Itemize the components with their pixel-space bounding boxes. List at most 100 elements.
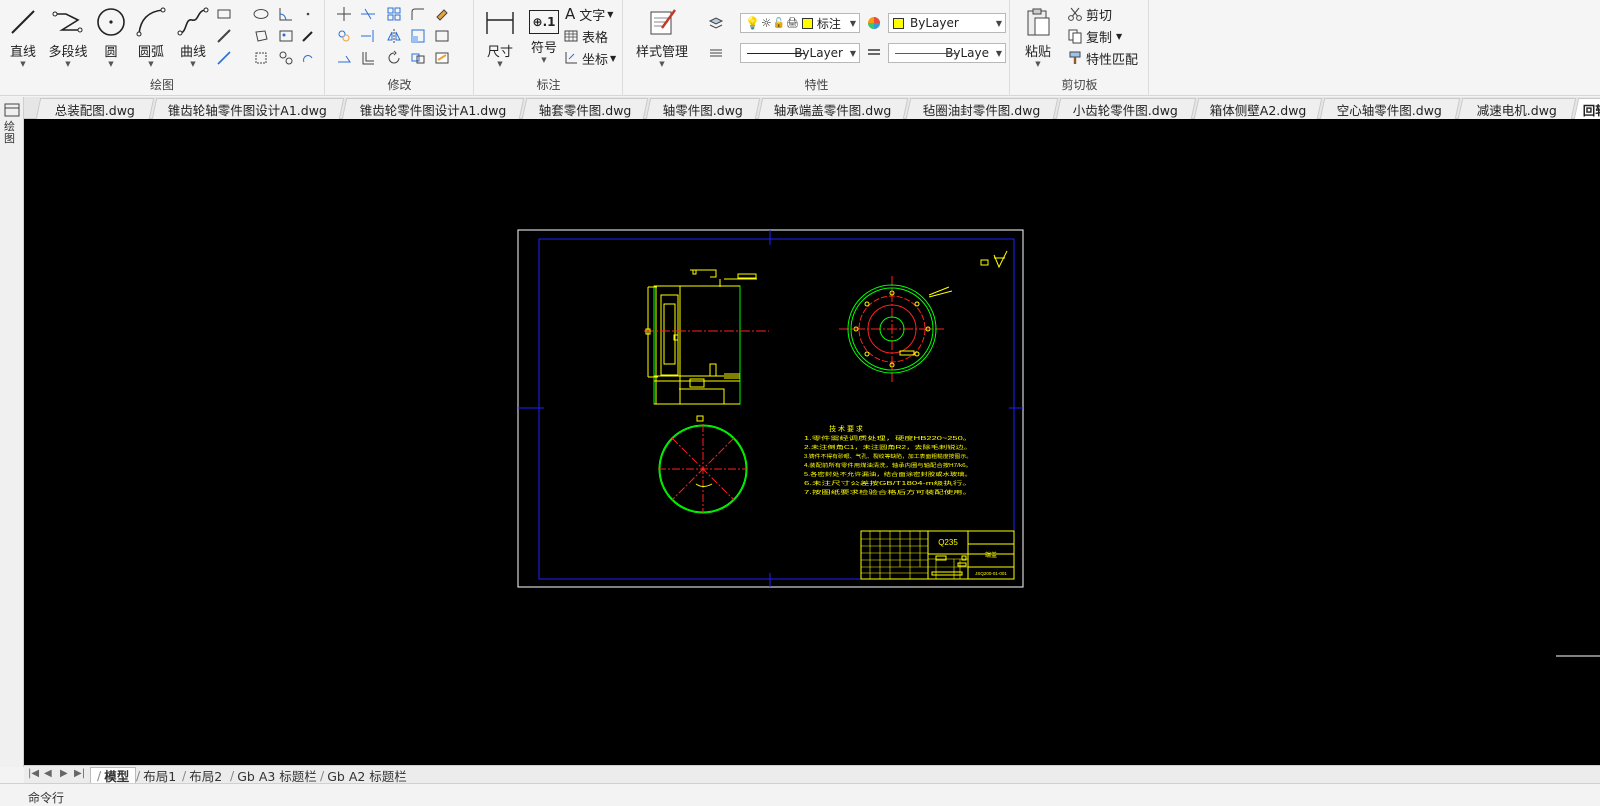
explode-tool[interactable] (408, 48, 428, 68)
doc-tab[interactable]: 小齿轮零件图.dwg (1055, 98, 1197, 119)
doc-tab-active[interactable]: 回转 (1573, 98, 1600, 119)
chevron-down-icon: ▼ (607, 9, 614, 19)
copy-button[interactable]: 复制 ▼ (1067, 26, 1122, 46)
drawing-canvas[interactable]: 技 术 要 求 1.零件需经调质处理，硬度HB220~250。 2.未注倒角C1… (24, 119, 1600, 765)
chevron-down-icon: ▼ (849, 48, 856, 58)
lineweight-display-button[interactable] (864, 43, 884, 63)
title-block-part-name: 端盖 (985, 551, 997, 559)
cut-button[interactable]: 剪切 (1067, 4, 1112, 24)
move-tool[interactable] (334, 4, 354, 24)
table-button[interactable]: 表格 (563, 26, 608, 46)
doc-tab[interactable]: 锥齿轮轴零件图设计A1.dwg (151, 98, 345, 119)
technical-notes: 技 术 要 求 1.零件需经调质处理，硬度HB220~250。 2.未注倒角C1… (804, 424, 972, 496)
mirror-tool[interactable] (384, 26, 404, 46)
doc-tab[interactable]: 毡圈油封零件图.dwg (905, 98, 1059, 119)
symbol-button[interactable]: ⊕.1 符号 ▼ (523, 4, 565, 70)
boundary-tool[interactable] (251, 48, 271, 68)
region-tool[interactable] (251, 26, 271, 46)
doc-tab[interactable]: 空心轴零件图.dwg (1319, 98, 1461, 119)
xline-icon (217, 51, 231, 65)
layout-tab[interactable]: 布局1 (130, 767, 182, 784)
palette-label[interactable]: 绘图 (4, 121, 20, 145)
dimension-icon (486, 12, 514, 34)
xline-tool[interactable] (214, 48, 234, 68)
copy-tool[interactable] (334, 26, 354, 46)
coordinate-button[interactable]: 坐标 ▼ (563, 48, 616, 68)
match-properties-button[interactable]: 特性匹配 (1067, 48, 1138, 68)
group-tool[interactable] (276, 48, 296, 68)
sun-icon: ☼ (760, 16, 772, 30)
color-combo[interactable]: ByLayer ▼ (888, 13, 1006, 33)
layer-manager-button[interactable] (706, 13, 726, 33)
layout-tab-bar: |◀ ◀ ▶ ▶| 模型 布局1 布局2 Gb A3 标题栏 Gb A2 标题栏 (24, 765, 1600, 784)
array-tool[interactable] (384, 4, 404, 24)
curve-button[interactable]: 曲线 ▼ (172, 4, 214, 70)
arc-label: 圆弧 (137, 45, 164, 60)
eraser-icon (436, 9, 448, 21)
fillet-tool[interactable] (408, 4, 428, 24)
style-manager-button[interactable]: 样式管理 ▼ (634, 4, 690, 70)
properties-tool[interactable] (432, 48, 452, 68)
prev-layout-button[interactable]: ◀ (44, 768, 52, 779)
boundary-icon (255, 52, 267, 64)
printer-icon: 🖨 (786, 17, 799, 29)
point-tool[interactable] (298, 4, 318, 24)
tech-notes-title: 技 术 要 求 (829, 424, 863, 433)
doc-tab[interactable]: 总装配图.dwg (35, 98, 155, 119)
lineweight-button[interactable] (706, 43, 726, 63)
point-icon (306, 12, 310, 16)
doc-tab[interactable]: 轴套零件图.dwg (521, 98, 649, 119)
arc-button[interactable]: 圆弧 ▼ (130, 4, 172, 70)
revcloud-tool[interactable] (298, 48, 318, 68)
pick-tool[interactable] (298, 26, 318, 46)
layout-tab[interactable]: 布局2 (176, 767, 228, 784)
layer-combo[interactable]: 💡 ☼ 🔓 🖨 标注 ▼ (740, 13, 860, 33)
lineweight-combo[interactable]: ByLaye ▼ (888, 43, 1006, 63)
doc-tab[interactable]: 轴承端盖零件图.dwg (757, 98, 909, 119)
hatch-icon (217, 29, 231, 43)
polyline-button[interactable]: 多段线 ▼ (44, 4, 92, 70)
doc-tab[interactable]: 箱体侧壁A2.dwg (1193, 98, 1323, 119)
first-layout-button[interactable]: |◀ (28, 768, 39, 779)
hatch-tool[interactable] (214, 26, 234, 46)
layer-color-swatch (801, 17, 813, 29)
stretch-tool[interactable] (334, 48, 354, 68)
next-layout-button[interactable]: ▶ (60, 768, 68, 779)
lock-icon: 🔓 (772, 17, 786, 29)
ellipse-tool[interactable] (251, 4, 271, 24)
block-tool[interactable] (432, 26, 452, 46)
layout-tab[interactable]: Gb A3 标题栏 (224, 767, 323, 784)
command-line[interactable]: 命令行 (0, 783, 1600, 805)
circle-button[interactable]: 圆 ▼ (90, 4, 132, 70)
scale-tool[interactable] (408, 26, 428, 46)
erase-tool[interactable] (432, 4, 452, 24)
angle-tool[interactable] (276, 4, 296, 24)
tech-note-line: 7.按图纸要求检验合格后方可装配使用。 (804, 489, 972, 496)
cut-label: 剪切 (1086, 8, 1113, 24)
layout-tab[interactable]: Gb A2 标题栏 (314, 767, 413, 784)
dimension-button[interactable]: 尺寸 ▼ (479, 4, 521, 70)
image-tool[interactable] (276, 26, 296, 46)
circle-label: 圆 (104, 45, 118, 60)
surface-roughness-symbol (980, 250, 1008, 269)
color-wheel-button[interactable] (864, 13, 884, 33)
doc-tab[interactable]: 轴零件图.dwg (645, 98, 761, 119)
text-button[interactable]: A 文字 ▼ (565, 4, 613, 24)
paste-button[interactable]: 粘贴 ▼ (1017, 4, 1059, 70)
last-layout-button[interactable]: ▶| (74, 768, 85, 779)
copy-icon (1068, 29, 1082, 44)
lineweight-display-icon (868, 49, 880, 55)
line-button[interactable]: 直线 ▼ (2, 4, 44, 70)
doc-tab[interactable]: 锥齿轮零件图设计A1.dwg (341, 98, 525, 119)
linetype-combo[interactable]: ByLayer ▼ (740, 43, 860, 63)
rectangle-tool[interactable] (214, 4, 234, 24)
offset-icon (362, 52, 374, 65)
extend-tool[interactable] (358, 26, 378, 46)
rotate-tool[interactable] (384, 48, 404, 68)
doc-tab[interactable]: 减速电机.dwg (1457, 98, 1577, 119)
drawing-svg[interactable]: 技 术 要 求 1.零件需经调质处理，硬度HB220~250。 2.未注倒角C1… (24, 119, 1600, 765)
chevron-down-icon: ▼ (610, 53, 617, 63)
trim-tool[interactable] (358, 4, 378, 24)
table-label: 表格 (582, 30, 609, 46)
offset-tool[interactable] (358, 48, 378, 68)
